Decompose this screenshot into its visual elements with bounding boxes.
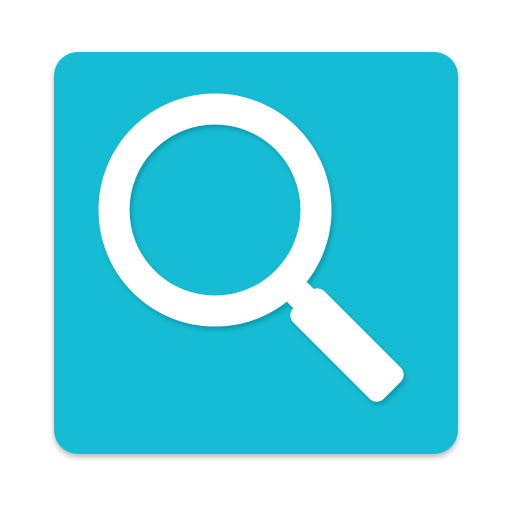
icon-canvas [0,0,512,512]
app-icon[interactable] [0,0,512,512]
